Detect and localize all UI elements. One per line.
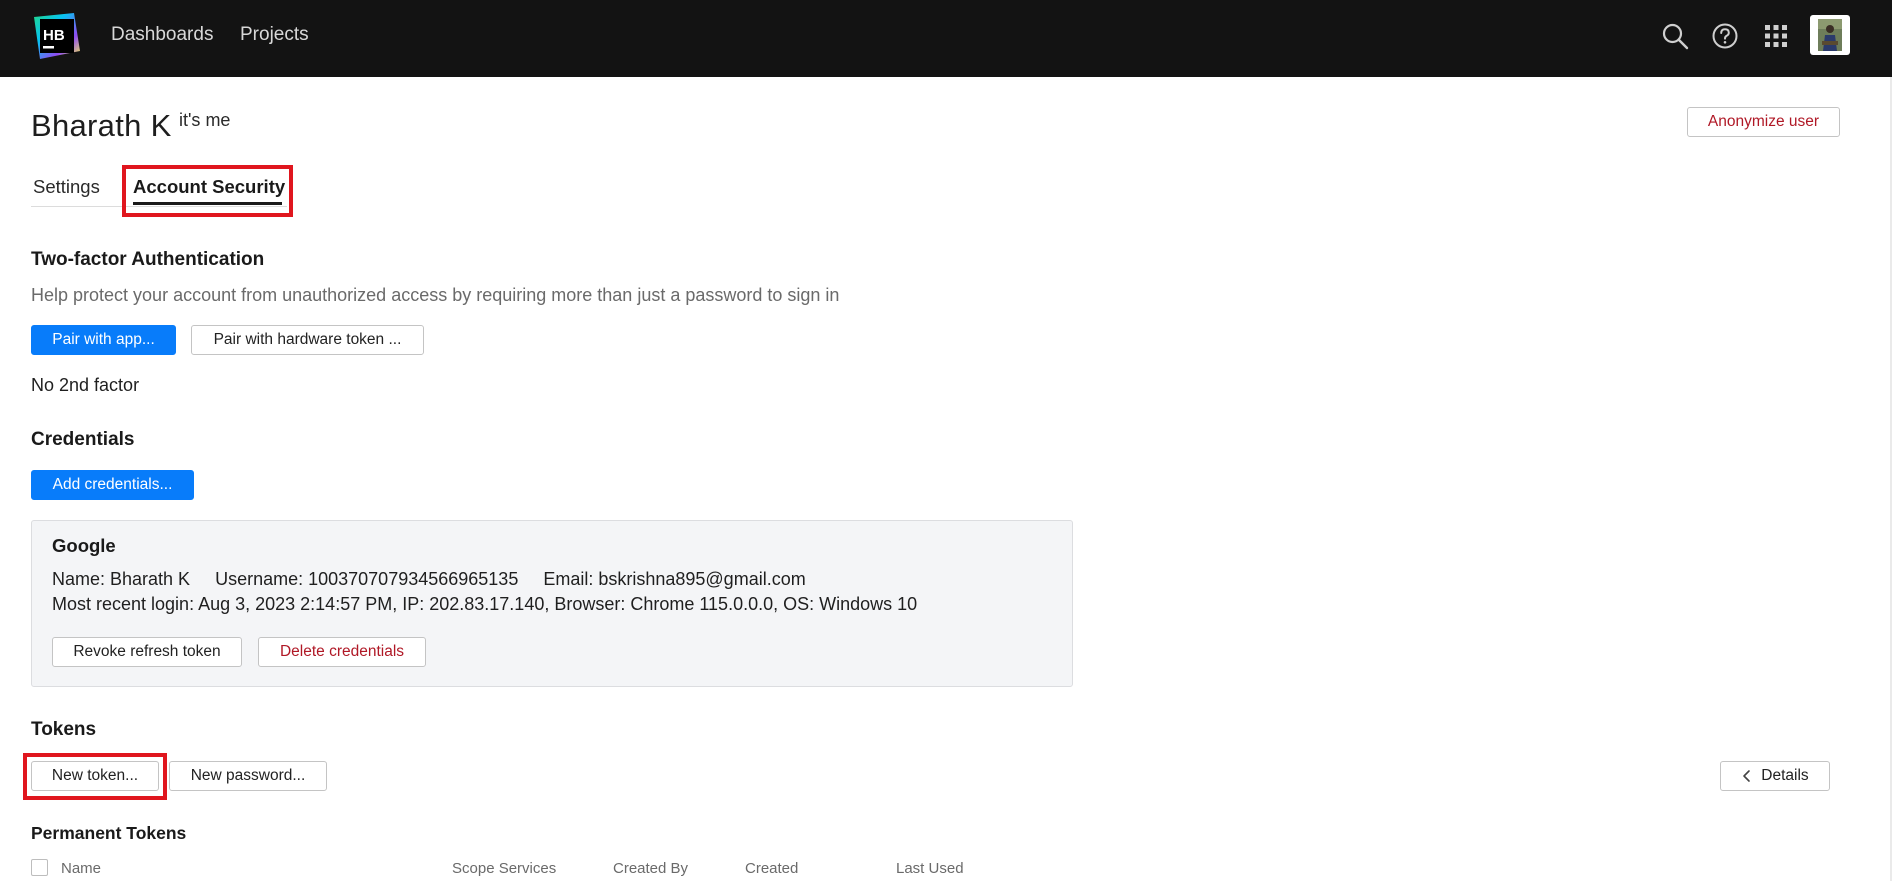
top-nav-bar: HB Dashboards Projects bbox=[0, 0, 1892, 77]
column-header-last-used[interactable]: Last Used bbox=[896, 860, 964, 877]
two-factor-title: Two-factor Authentication bbox=[31, 249, 265, 270]
credential-details: Name: Bharath K Username: 10037070793456… bbox=[52, 569, 806, 589]
credential-provider: Google bbox=[52, 535, 116, 556]
select-all-checkbox[interactable] bbox=[31, 859, 48, 876]
tokens-title: Tokens bbox=[31, 719, 97, 740]
google-credential-card: Google Name: Bharath K Username: 1003707… bbox=[31, 520, 1073, 687]
permanent-tokens-title: Permanent Tokens bbox=[31, 823, 187, 843]
column-header-created[interactable]: Created bbox=[745, 860, 798, 877]
credentials-title: Credentials bbox=[31, 429, 135, 450]
details-button[interactable]: Details bbox=[1720, 761, 1830, 791]
nav-dashboards-link[interactable]: Dashboards bbox=[111, 24, 213, 46]
pair-with-app-button[interactable]: Pair with app... bbox=[31, 325, 176, 355]
column-header-scope-services[interactable]: Scope Services bbox=[452, 860, 556, 877]
two-factor-status: No 2nd factor bbox=[31, 375, 140, 395]
revoke-refresh-token-button[interactable]: Revoke refresh token bbox=[52, 637, 242, 667]
user-note: it's me bbox=[179, 110, 231, 130]
highlight-box-account-security bbox=[122, 165, 293, 217]
logo-icon[interactable]: HB bbox=[30, 11, 82, 61]
search-icon[interactable] bbox=[1661, 22, 1689, 50]
apps-grid-icon[interactable] bbox=[1762, 22, 1790, 50]
column-header-created-by[interactable]: Created By bbox=[613, 860, 688, 877]
user-avatar[interactable] bbox=[1810, 15, 1850, 55]
tab-settings[interactable]: Settings bbox=[33, 176, 100, 198]
add-credentials-button[interactable]: Add credentials... bbox=[31, 470, 194, 500]
pair-with-hardware-token-button[interactable]: Pair with hardware token ... bbox=[191, 325, 424, 355]
anonymize-user-button[interactable]: Anonymize user bbox=[1687, 107, 1840, 137]
help-icon[interactable] bbox=[1711, 22, 1739, 50]
details-label: Details bbox=[1761, 767, 1809, 784]
new-password-button[interactable]: New password... bbox=[169, 761, 327, 791]
two-factor-description: Help protect your account from unauthori… bbox=[31, 285, 840, 305]
avatar-image bbox=[1818, 19, 1842, 51]
delete-credentials-button[interactable]: Delete credentials bbox=[258, 637, 426, 667]
nav-projects-link[interactable]: Projects bbox=[240, 24, 309, 46]
credential-last-login: Most recent login: Aug 3, 2023 2:14:57 P… bbox=[52, 594, 918, 614]
logo-text: HB bbox=[43, 27, 65, 44]
column-header-name[interactable]: Name bbox=[61, 860, 101, 877]
highlight-box-new-token bbox=[23, 753, 167, 800]
page-title-user-name: Bharath K bbox=[31, 108, 172, 143]
chevron-left-icon bbox=[1743, 770, 1751, 782]
